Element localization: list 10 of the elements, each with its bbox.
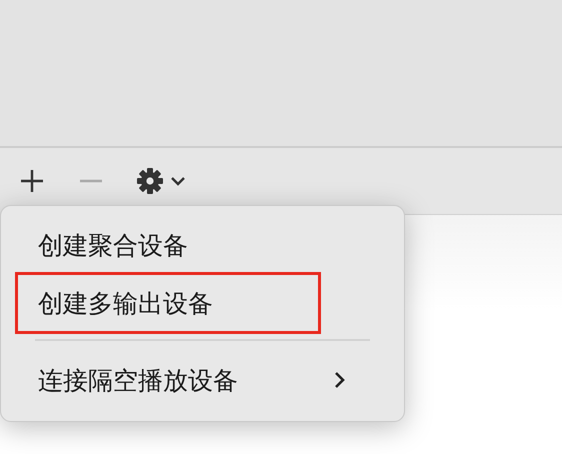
menu-item[interactable]: 连接隔空播放设备 [15, 355, 390, 405]
chevron-down-icon [170, 175, 186, 187]
chevron-right-icon [333, 370, 347, 390]
menu-item[interactable]: 创建多输出设备 [15, 272, 321, 334]
add-button[interactable] [18, 167, 46, 195]
settings-icon [136, 167, 164, 195]
plus-icon [18, 167, 46, 195]
menu-item[interactable]: 创建聚合设备 [15, 220, 390, 270]
minus-icon [80, 179, 102, 183]
settings-menu-button[interactable] [136, 167, 186, 195]
